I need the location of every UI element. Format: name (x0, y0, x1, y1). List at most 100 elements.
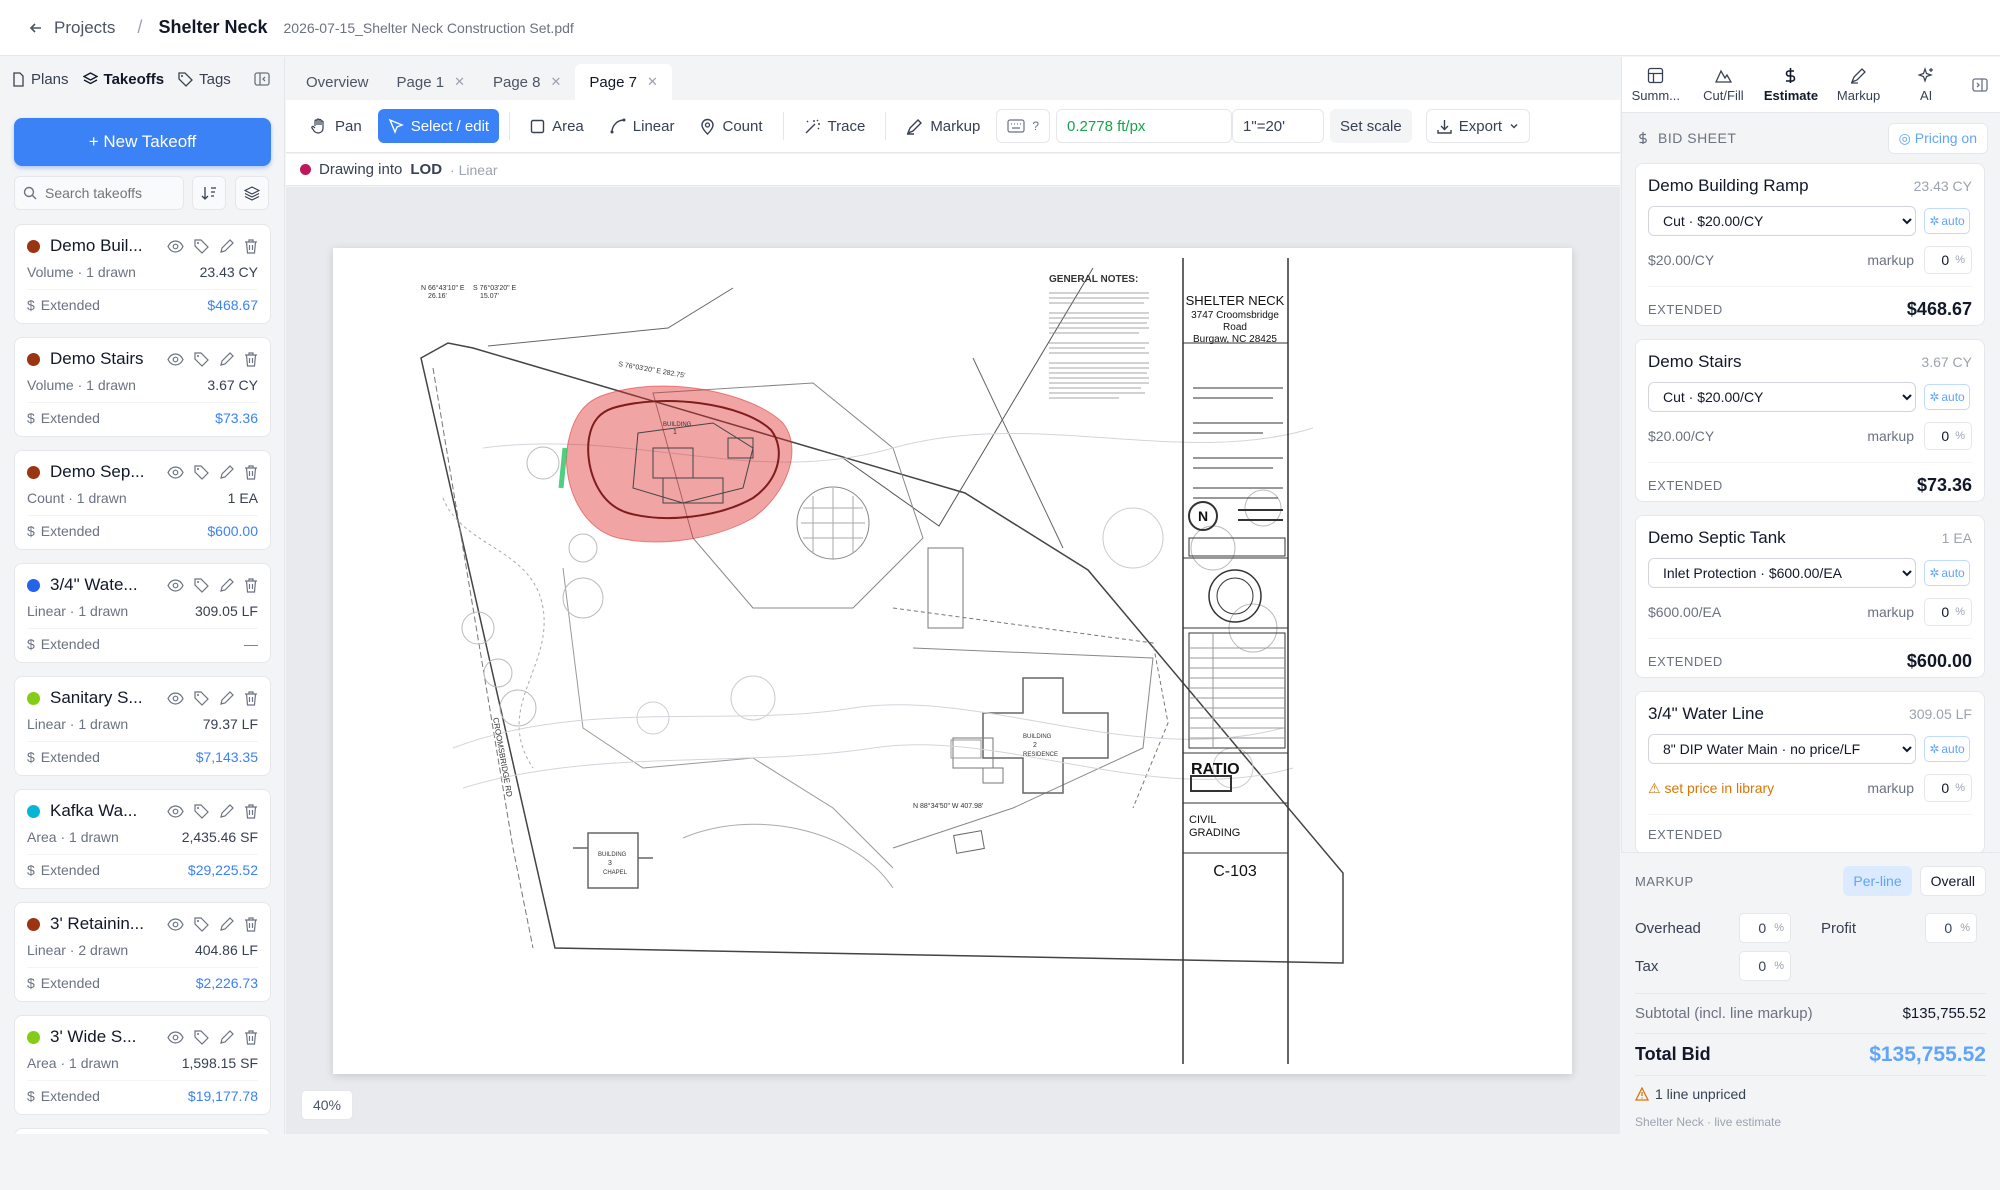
eye-icon[interactable] (167, 239, 184, 253)
trash-icon[interactable] (244, 238, 258, 254)
linear-tool[interactable]: Linear (600, 109, 685, 143)
tab-cut-fill[interactable]: Cut/Fill (1690, 67, 1758, 103)
set-scale-button[interactable]: Set scale (1330, 109, 1412, 143)
auto-badge[interactable]: ✲ auto (1924, 208, 1970, 234)
layers-button[interactable] (235, 176, 269, 210)
tab-page-1[interactable]: Page 1 ✕ (383, 64, 479, 100)
tax-input[interactable]: 0% (1739, 951, 1791, 981)
takeoff-card[interactable]: 3' Retainin... Linear · 2 drawn 404.86 L… (14, 902, 271, 1002)
plan-sheet[interactable]: N 66°43'10" E 26.16' S 76°03'20" E 15.07… (333, 248, 1572, 1074)
takeoff-card-header: 3' Retainin... (27, 913, 258, 935)
area-tool[interactable]: Area (520, 109, 594, 143)
overall-button[interactable]: Overall (1919, 866, 1986, 896)
eye-icon[interactable] (167, 465, 184, 479)
pricing-toggle[interactable]: ◎ Pricing on (1887, 122, 1988, 154)
markup-tool[interactable]: Markup (896, 109, 990, 143)
eye-icon[interactable] (167, 352, 184, 366)
markup-input[interactable]: 0% (1924, 774, 1972, 802)
pencil-icon[interactable] (219, 238, 234, 254)
search-input[interactable] (45, 185, 175, 201)
tab-estimate[interactable]: Estimate (1757, 67, 1825, 103)
profit-input[interactable]: 0% (1925, 913, 1977, 943)
auto-badge[interactable]: ✲ auto (1924, 384, 1970, 410)
price-item-select[interactable]: 8" DIP Water Main · no price/LF (1648, 734, 1916, 764)
auto-badge[interactable]: ✲ auto (1924, 736, 1970, 762)
keyboard-help-button[interactable]: ? (996, 109, 1051, 143)
tab-summary[interactable]: Summ... (1622, 67, 1690, 103)
status-mode: · Linear (450, 161, 498, 178)
tab-page-7[interactable]: Page 7 ✕ (575, 64, 672, 100)
takeoff-card[interactable]: 3' Wide S... Area · 1 drawn 1,598.15 SF … (14, 1015, 271, 1115)
select-tool[interactable]: Select / edit (377, 109, 500, 143)
trash-icon[interactable] (244, 351, 258, 367)
tab-page-8[interactable]: Page 8 ✕ (479, 64, 575, 100)
markup-input[interactable]: 0% (1924, 422, 1972, 450)
tab-tags[interactable]: Tags (178, 71, 231, 88)
trash-icon[interactable] (244, 577, 258, 593)
takeoff-card[interactable]: Kafka Wa... Area · 1 drawn 2,435.46 SF $… (14, 789, 271, 889)
tag-icon[interactable] (194, 577, 209, 593)
tag-icon[interactable] (194, 690, 209, 706)
markup-input[interactable]: 0% (1924, 598, 1972, 626)
collapse-left-button[interactable] (254, 71, 270, 87)
takeoff-card[interactable]: Demo Stairs Volume · 1 drawn 3.67 CY $ Ex… (14, 337, 271, 437)
bid-line-price-row: Cut · $20.00/CY ✲ auto (1648, 206, 1972, 236)
pencil-icon[interactable] (219, 803, 234, 819)
eye-icon[interactable] (167, 917, 184, 931)
new-takeoff-button[interactable]: + New Takeoff (14, 118, 271, 166)
sort-button[interactable] (192, 176, 226, 210)
takeoff-card[interactable]: 3/4" Wate... Linear · 1 drawn 309.05 LF … (14, 563, 271, 663)
tab-ai[interactable]: AI (1892, 66, 1960, 103)
trash-icon[interactable] (244, 464, 258, 480)
collapse-right-button[interactable] (1960, 77, 2000, 93)
tag-icon[interactable] (194, 1029, 209, 1045)
set-price-link[interactable]: ⚠ set price in library (1648, 780, 1774, 797)
tag-icon[interactable] (194, 803, 209, 819)
tab-markup[interactable]: Markup (1825, 67, 1893, 103)
tab-plans[interactable]: Plans (12, 71, 69, 88)
pencil-icon[interactable] (219, 916, 234, 932)
scale-input[interactable]: 1"=20' (1232, 109, 1325, 143)
tag-icon[interactable] (194, 351, 209, 367)
tag-icon[interactable] (194, 238, 209, 254)
trash-icon[interactable] (244, 690, 258, 706)
tab-takeoffs[interactable]: Takeoffs (82, 71, 164, 88)
tag-icon[interactable] (194, 916, 209, 932)
trash-icon[interactable] (244, 803, 258, 819)
export-button[interactable]: Export (1425, 109, 1531, 143)
pencil-icon[interactable] (219, 577, 234, 593)
bid-line-name: Demo Building Ramp (1648, 176, 1809, 195)
trace-tool[interactable]: Trace (794, 109, 876, 143)
pencil-icon[interactable] (219, 351, 234, 367)
trash-icon[interactable] (244, 1029, 258, 1045)
eye-icon[interactable] (167, 1030, 184, 1044)
search-box[interactable] (14, 176, 184, 210)
price-item-select[interactable]: Inlet Protection · $600.00/EA (1648, 558, 1916, 588)
trash-icon[interactable] (244, 916, 258, 932)
pencil-icon[interactable] (219, 690, 234, 706)
pencil-icon[interactable] (219, 1029, 234, 1045)
overhead-input[interactable]: 0% (1739, 913, 1791, 943)
count-tool[interactable]: Count (690, 109, 772, 143)
tag-icon[interactable] (194, 464, 209, 480)
tab-overview[interactable]: Overview (292, 64, 383, 100)
takeoff-card[interactable]: Sanitary S... Linear · 1 drawn 79.37 LF … (14, 676, 271, 776)
per-line-button[interactable]: Per-line (1843, 866, 1912, 896)
close-icon[interactable]: ✕ (551, 74, 562, 90)
takeoff-card[interactable]: Demo Buil... Volume · 1 drawn 23.43 CY $… (14, 224, 271, 324)
eye-icon[interactable] (167, 578, 184, 592)
close-icon[interactable]: ✕ (647, 74, 658, 90)
markup-input[interactable]: 0% (1924, 246, 1972, 274)
eye-icon[interactable] (167, 804, 184, 818)
price-item-select[interactable]: Cut · $20.00/CY (1648, 382, 1916, 412)
price-item-select[interactable]: Cut · $20.00/CY (1648, 206, 1916, 236)
back-to-projects[interactable]: Projects (28, 18, 115, 38)
auto-badge[interactable]: ✲ auto (1924, 560, 1970, 586)
close-icon[interactable]: ✕ (454, 74, 465, 90)
takeoff-card[interactable] (14, 1128, 271, 1134)
eye-icon[interactable] (167, 691, 184, 705)
pencil-icon[interactable] (219, 464, 234, 480)
takeoff-card[interactable]: Demo Sep... Count · 1 drawn 1 EA $ Extend… (14, 450, 271, 550)
pan-tool[interactable]: Pan (300, 109, 372, 143)
zoom-level[interactable]: 40% (301, 1090, 353, 1120)
